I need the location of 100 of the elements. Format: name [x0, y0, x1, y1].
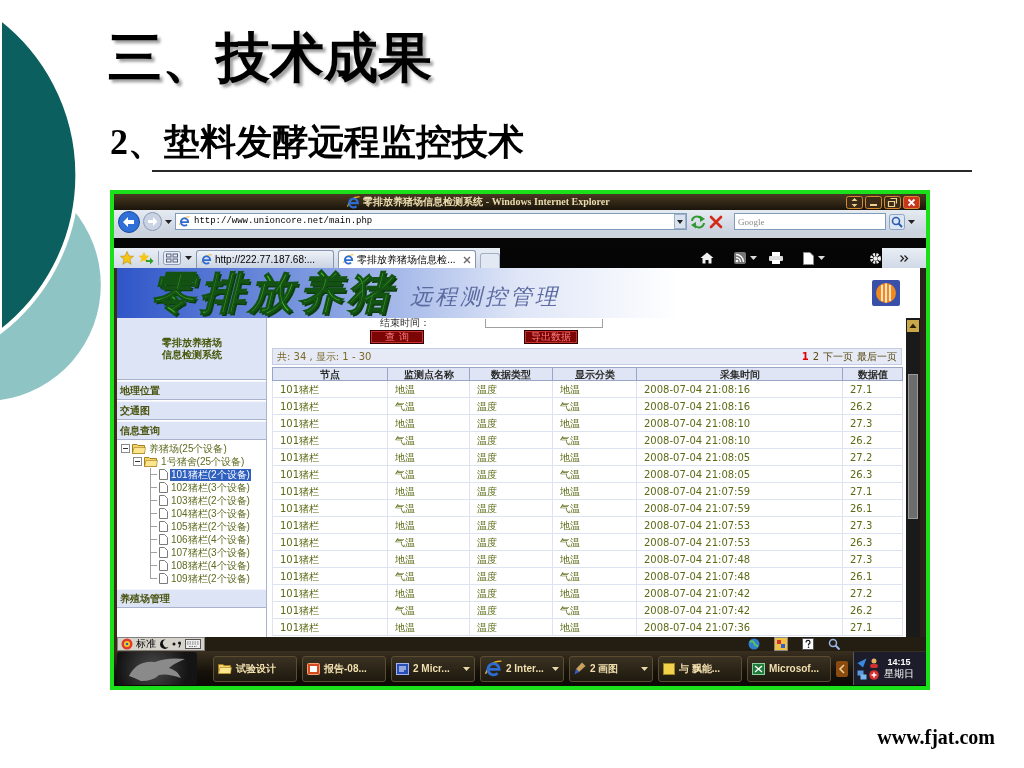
close-icon[interactable] [463, 255, 472, 264]
people-icon[interactable] [869, 657, 879, 668]
dropdown-icon[interactable] [674, 214, 686, 229]
table-cell: 气温 [552, 431, 637, 449]
table-cell: 气温 [552, 601, 637, 619]
table-cell: 101猪栏 [272, 380, 388, 398]
back-icon[interactable] [118, 210, 140, 233]
table-cell: 气温 [387, 465, 470, 483]
scroll-up-icon[interactable] [907, 320, 919, 332]
pager-summary: 共: 34 , 显示: 1 - 30 [277, 350, 372, 363]
start-button[interactable] [117, 652, 197, 685]
settings-icon[interactable] [869, 251, 882, 265]
search-icon[interactable] [828, 638, 840, 650]
tree-item[interactable]: 103猪栏(2个设备) [170, 494, 251, 507]
tree-item[interactable]: 1号猪舍(25个设备) [160, 455, 246, 468]
sidebar-menu-item[interactable]: 地理位置 [117, 381, 266, 400]
star-arrow-icon[interactable] [138, 251, 154, 265]
page-link[interactable]: 2 [812, 350, 819, 363]
document-icon [159, 547, 168, 558]
taskbar-button[interactable]: Microsof... [747, 655, 831, 682]
network-icon[interactable] [857, 669, 867, 680]
up-down-arrows-icon[interactable] [846, 195, 863, 209]
document-icon [159, 482, 168, 493]
taskbar-button[interactable]: 与 飘能... [658, 655, 742, 682]
stop-icon[interactable] [709, 214, 723, 229]
tree-item[interactable]: 109猪栏(2个设备) [170, 572, 251, 585]
tree-item[interactable]: 101猪栏(2个设备) [170, 468, 251, 481]
pager-link[interactable]: 下一页 [823, 350, 853, 363]
pager-link[interactable]: 最后一页 [857, 350, 897, 363]
browser-tab[interactable]: 零排放养猪场信息检... [338, 250, 477, 268]
feed-icon[interactable] [734, 252, 746, 264]
tree-item[interactable]: 108猪栏(4个设备) [170, 559, 251, 572]
caret-icon[interactable] [165, 219, 172, 224]
ime-mode-button[interactable]: 标准 [136, 638, 156, 650]
table-cell: 温度 [469, 533, 553, 551]
search-icon[interactable] [889, 213, 905, 230]
punctuation-icon[interactable] [172, 640, 182, 648]
sidebar-menu-item[interactable]: 养殖场管理 [117, 589, 266, 608]
table-cell: 地温 [552, 584, 637, 602]
caret-icon[interactable] [818, 256, 825, 260]
arrow-icon[interactable] [857, 657, 867, 668]
keyboard-icon[interactable] [185, 639, 201, 649]
taskbar-button[interactable]: 2 Micr... [391, 655, 475, 682]
search-field[interactable]: Google [734, 213, 886, 230]
scrollbar-thumb[interactable] [908, 374, 918, 519]
sidebar-menu-item[interactable]: 交通图 [117, 401, 266, 420]
banner-title: 零排放养猪 [151, 269, 396, 317]
ime-logo-icon[interactable] [121, 638, 133, 650]
tree-item[interactable]: 104猪栏(3个设备) [170, 507, 251, 520]
tree-item[interactable]: 105猪栏(2个设备) [170, 520, 251, 533]
sidebar-menu-item[interactable]: 信息查询 [117, 421, 266, 440]
table-cell: 地温 [387, 414, 470, 432]
tree-item[interactable]: 养猪场(25个设备) [148, 442, 228, 455]
table-cell: 101猪栏 [272, 601, 388, 619]
table-cell: 101猪栏 [272, 482, 388, 500]
home-icon[interactable] [700, 252, 714, 264]
address-field[interactable]: http://www.unioncore.net/main.php [175, 213, 687, 230]
chevrons-icon[interactable] [899, 254, 909, 262]
table-cell: 气温 [387, 601, 470, 619]
table-cell: 101猪栏 [272, 414, 388, 432]
taskbar-button[interactable]: 2 画图 [569, 655, 653, 682]
column-header: 数据类型 [469, 367, 553, 381]
left-arrow-icon[interactable] [836, 660, 848, 677]
paint-icon [574, 662, 586, 675]
star-icon[interactable] [120, 251, 134, 265]
page-link[interactable]: 1 [801, 350, 809, 363]
taskbar-button[interactable]: 报告-08... [302, 655, 386, 682]
caret-icon[interactable] [750, 256, 757, 260]
taskbar-button[interactable]: 2 Inter... [480, 655, 564, 682]
caret-icon[interactable] [463, 666, 470, 671]
page-icon[interactable] [803, 251, 814, 265]
collapse-icon[interactable] [133, 457, 142, 466]
caret-icon[interactable] [552, 666, 559, 671]
tree-item[interactable]: 107猪栏(3个设备) [170, 546, 251, 559]
printer-icon[interactable] [769, 252, 783, 264]
query-button[interactable]: 查 询 [370, 329, 424, 344]
caret-icon[interactable] [908, 219, 915, 224]
close-icon[interactable] [903, 195, 920, 209]
moon-icon[interactable] [159, 639, 169, 649]
tree-item[interactable]: 102猪栏(3个设备) [170, 481, 251, 494]
clock-day: 星期日 [884, 668, 914, 680]
export-button[interactable]: 导出数据 [524, 329, 578, 344]
table-cell: 气温 [552, 465, 637, 483]
taskbar-button[interactable]: 试验设计 [213, 655, 297, 682]
column-header: 采集时间 [636, 367, 843, 381]
table-cell: 27.1 [842, 380, 903, 398]
caret-icon[interactable] [185, 256, 192, 260]
caret-icon[interactable] [641, 666, 648, 671]
minimize-icon[interactable] [865, 195, 882, 209]
date-input-field[interactable] [485, 319, 603, 328]
browser-tab[interactable]: http://222.77.187.68:... [196, 250, 335, 268]
plus-icon[interactable] [869, 669, 879, 680]
help-icon[interactable] [802, 638, 814, 650]
collapse-icon[interactable] [121, 444, 130, 453]
tree-item[interactable]: 106猪栏(4个设备) [170, 533, 251, 546]
grid-icon[interactable] [163, 251, 181, 265]
restore-icon[interactable] [884, 195, 901, 209]
app-icon[interactable] [774, 637, 788, 651]
globe-icon[interactable] [748, 638, 760, 650]
document-icon [396, 662, 409, 675]
